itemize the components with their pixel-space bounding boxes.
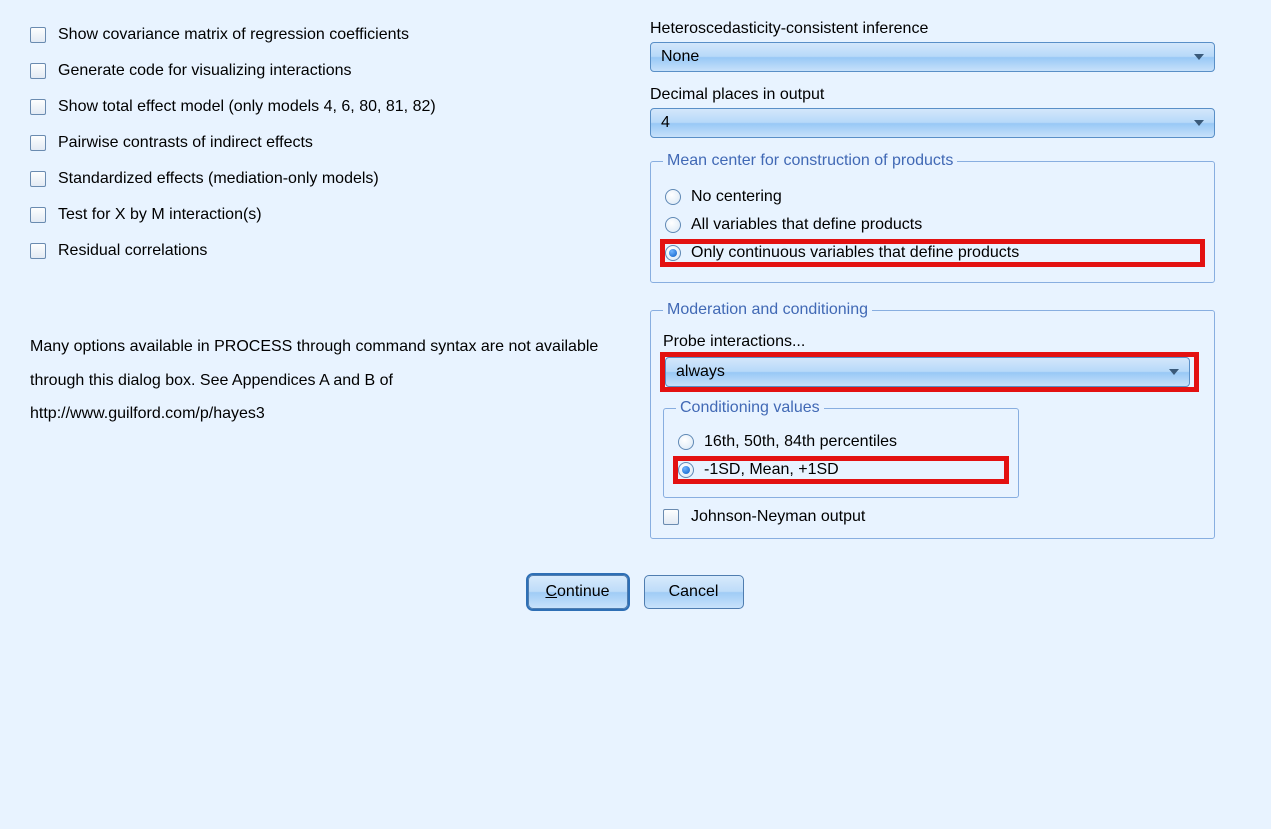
checkbox-label: Pairwise contrasts of indirect effects — [58, 134, 313, 152]
group-legend: Mean center for construction of products — [663, 152, 957, 170]
dialog-body: Show covariance matrix of regression coe… — [30, 20, 1241, 557]
decimals-dropdown[interactable]: 4 — [650, 108, 1215, 138]
checkbox-label: Test for X by M interaction(s) — [58, 206, 262, 224]
checkbox-icon — [30, 243, 46, 259]
checkbox-row-pairwise[interactable]: Pairwise contrasts of indirect effects — [30, 134, 610, 152]
radio-continuous-only[interactable]: Only continuous variables that define pr… — [663, 242, 1202, 264]
chevron-down-icon — [1194, 54, 1204, 60]
chevron-down-icon — [1169, 369, 1179, 375]
continue-button[interactable]: Continue — [528, 575, 628, 609]
left-column: Show covariance matrix of regression coe… — [30, 20, 610, 557]
checkbox-label: Show total effect model (only models 4, … — [58, 98, 436, 116]
probe-dropdown[interactable]: always — [665, 357, 1190, 387]
mean-center-group: Mean center for construction of products… — [650, 152, 1215, 283]
cancel-button[interactable]: Cancel — [644, 575, 744, 609]
checkbox-row-residual[interactable]: Residual correlations — [30, 242, 610, 260]
dropdown-value: None — [661, 48, 699, 66]
checkbox-row-xm-interaction[interactable]: Test for X by M interaction(s) — [30, 206, 610, 224]
group-legend: Conditioning values — [676, 399, 824, 417]
radio-icon — [678, 462, 694, 478]
button-label: Continue — [545, 583, 609, 601]
checkbox-label: Johnson-Neyman output — [691, 508, 865, 526]
radio-label: All variables that define products — [691, 216, 922, 234]
hetero-label: Heteroscedasticity-consistent inference — [650, 20, 1241, 38]
checkbox-icon — [30, 27, 46, 43]
radio-all-variables[interactable]: All variables that define products — [663, 214, 1202, 236]
checkbox-row-standardized[interactable]: Standardized effects (mediation-only mod… — [30, 170, 610, 188]
radio-label: 16th, 50th, 84th percentiles — [704, 433, 897, 451]
probe-highlight: always — [663, 355, 1196, 389]
checkbox-icon — [663, 509, 679, 525]
checkbox-icon — [30, 99, 46, 115]
checkbox-row-jn[interactable]: Johnson-Neyman output — [663, 508, 1202, 526]
button-label: Cancel — [669, 583, 719, 601]
decimals-label: Decimal places in output — [650, 86, 1241, 104]
radio-label: No centering — [691, 188, 782, 206]
checkbox-label: Standardized effects (mediation-only mod… — [58, 170, 379, 188]
dropdown-value: always — [676, 363, 725, 381]
syntax-note: Many options available in PROCESS throug… — [30, 330, 610, 431]
radio-icon — [665, 189, 681, 205]
chevron-down-icon — [1194, 120, 1204, 126]
group-legend: Moderation and conditioning — [663, 301, 872, 319]
radio-no-centering[interactable]: No centering — [663, 186, 1202, 208]
radio-icon — [678, 434, 694, 450]
radio-icon — [665, 217, 681, 233]
dropdown-value: 4 — [661, 114, 670, 132]
button-row: Continue Cancel — [30, 575, 1241, 609]
hetero-dropdown[interactable]: None — [650, 42, 1215, 72]
radio-sd[interactable]: -1SD, Mean, +1SD — [676, 459, 1006, 481]
checkbox-icon — [30, 135, 46, 151]
checkbox-row-covariance[interactable]: Show covariance matrix of regression coe… — [30, 26, 610, 44]
checkbox-icon — [30, 63, 46, 79]
checkbox-row-total-effect[interactable]: Show total effect model (only models 4, … — [30, 98, 610, 116]
radio-icon — [665, 245, 681, 261]
checkbox-label: Show covariance matrix of regression coe… — [58, 26, 409, 44]
radio-label: Only continuous variables that define pr… — [691, 244, 1019, 262]
radio-percentiles[interactable]: 16th, 50th, 84th percentiles — [676, 431, 1006, 453]
checkbox-label: Residual correlations — [58, 242, 207, 260]
checkbox-icon — [30, 171, 46, 187]
checkbox-icon — [30, 207, 46, 223]
right-column: Heteroscedasticity-consistent inference … — [650, 20, 1241, 557]
checkbox-label: Generate code for visualizing interactio… — [58, 62, 352, 80]
conditioning-values-group: Conditioning values 16th, 50th, 84th per… — [663, 399, 1019, 498]
moderation-group: Moderation and conditioning Probe intera… — [650, 301, 1215, 539]
probe-label: Probe interactions... — [663, 333, 1202, 351]
checkbox-row-codegen[interactable]: Generate code for visualizing interactio… — [30, 62, 610, 80]
radio-label: -1SD, Mean, +1SD — [704, 461, 839, 479]
